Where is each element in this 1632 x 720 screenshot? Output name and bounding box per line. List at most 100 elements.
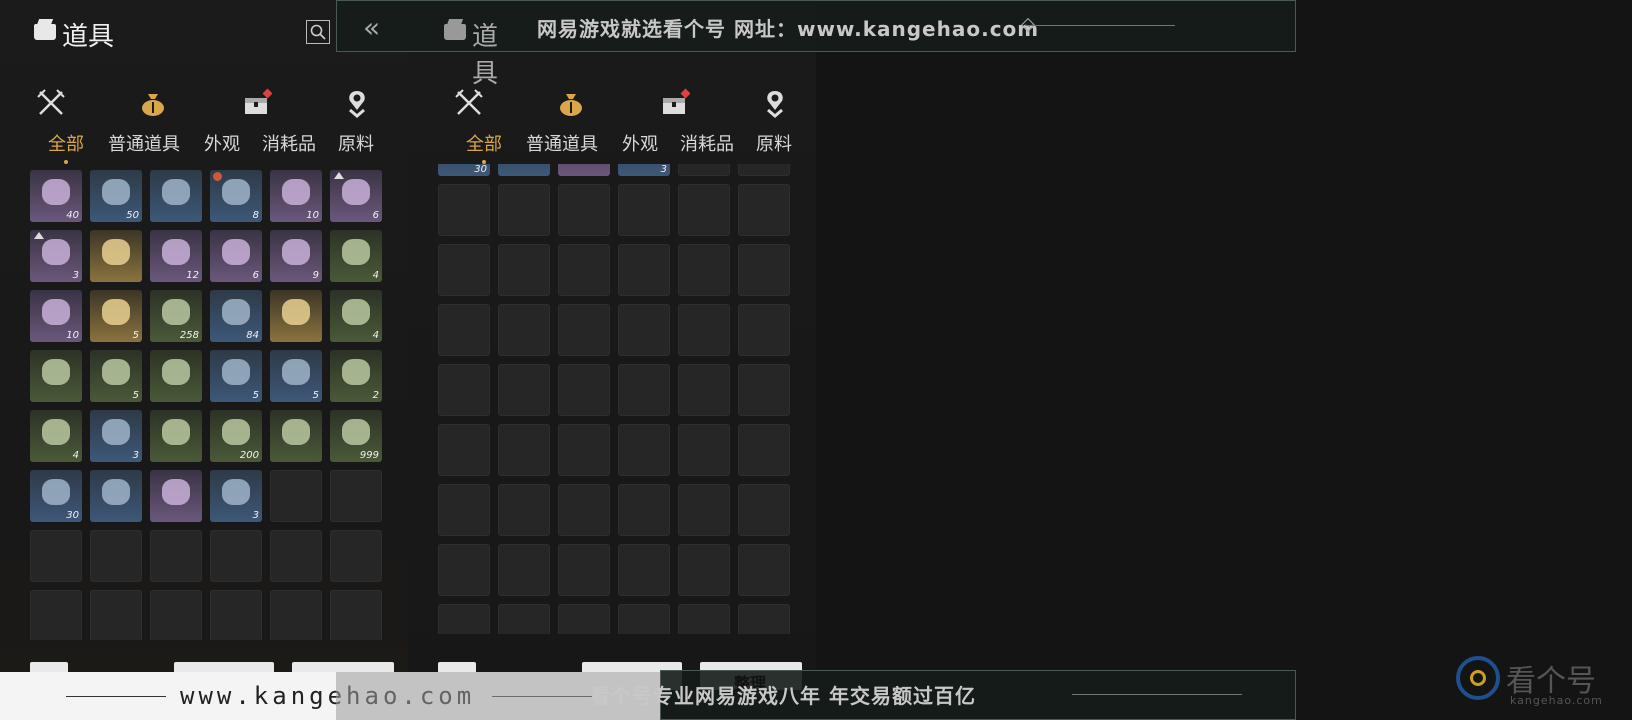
- inventory-slot[interactable]: [498, 424, 550, 476]
- inventory-slot[interactable]: [270, 530, 322, 582]
- inventory-slot[interactable]: [678, 364, 730, 416]
- inventory-slot[interactable]: 4: [30, 410, 82, 462]
- inventory-slot[interactable]: [678, 164, 730, 176]
- inventory-slot[interactable]: [618, 184, 670, 236]
- inventory-slot[interactable]: 10: [30, 290, 82, 342]
- inventory-slot[interactable]: [270, 590, 322, 640]
- inventory-slot[interactable]: 4: [330, 290, 382, 342]
- inventory-slot[interactable]: 5: [90, 290, 142, 342]
- inventory-slot[interactable]: 6: [210, 230, 262, 282]
- inventory-slot[interactable]: 5: [270, 350, 322, 402]
- inventory-slot[interactable]: 8: [210, 170, 262, 222]
- inventory-slot[interactable]: 3: [30, 230, 82, 282]
- inventory-slot[interactable]: [498, 164, 550, 176]
- inventory-slot[interactable]: [30, 350, 82, 402]
- inventory-slot[interactable]: [618, 484, 670, 536]
- inventory-slot[interactable]: [558, 424, 610, 476]
- inventory-slot[interactable]: 200: [210, 410, 262, 462]
- inventory-slot[interactable]: 10: [270, 170, 322, 222]
- inventory-slot[interactable]: 2: [330, 350, 382, 402]
- inventory-slot[interactable]: 999: [330, 410, 382, 462]
- inventory-slot[interactable]: [738, 604, 790, 634]
- inventory-slot[interactable]: 4: [330, 230, 382, 282]
- inventory-slot[interactable]: [558, 164, 610, 176]
- tab-all[interactable]: 全部: [466, 130, 502, 164]
- treasure-chest-icon[interactable]: [242, 88, 273, 118]
- inventory-slot[interactable]: [678, 484, 730, 536]
- inventory-slot[interactable]: [90, 590, 142, 640]
- inventory-slot[interactable]: [678, 244, 730, 296]
- inventory-slot[interactable]: 40: [30, 170, 82, 222]
- inventory-slot[interactable]: [330, 470, 382, 522]
- inventory-slot[interactable]: 3: [618, 164, 670, 176]
- inventory-slot[interactable]: [270, 470, 322, 522]
- inventory-slot[interactable]: [738, 364, 790, 416]
- inventory-slot[interactable]: 3: [210, 470, 262, 522]
- inventory-slot[interactable]: [738, 484, 790, 536]
- inventory-slot[interactable]: [438, 364, 490, 416]
- inventory-slot[interactable]: [210, 530, 262, 582]
- inventory-slot[interactable]: [150, 530, 202, 582]
- inventory-slot[interactable]: 5: [210, 350, 262, 402]
- inventory-slot[interactable]: [438, 484, 490, 536]
- inventory-slot[interactable]: [330, 590, 382, 640]
- inventory-slot[interactable]: 3: [90, 410, 142, 462]
- inventory-slot[interactable]: [150, 350, 202, 402]
- inventory-slot[interactable]: [618, 364, 670, 416]
- inventory-slot[interactable]: [90, 230, 142, 282]
- tab-materials[interactable]: 原料: [756, 130, 792, 156]
- inventory-slot[interactable]: [270, 410, 322, 462]
- inventory-slot[interactable]: [618, 244, 670, 296]
- inventory-slot[interactable]: [498, 604, 550, 634]
- inventory-slot[interactable]: [30, 590, 82, 640]
- tab-all[interactable]: 全部: [48, 130, 84, 164]
- inventory-slot[interactable]: [618, 304, 670, 356]
- inventory-slot[interactable]: [558, 544, 610, 596]
- inventory-slot[interactable]: [210, 590, 262, 640]
- inventory-slot[interactable]: [90, 530, 142, 582]
- inventory-slot[interactable]: [30, 530, 82, 582]
- inventory-slot[interactable]: [90, 470, 142, 522]
- tab-appearance[interactable]: 外观: [622, 130, 658, 156]
- inventory-slot[interactable]: [498, 484, 550, 536]
- money-bag-icon[interactable]: [556, 88, 586, 118]
- inventory-slot[interactable]: 50: [90, 170, 142, 222]
- inventory-slot[interactable]: [498, 304, 550, 356]
- inventory-slot[interactable]: 9: [270, 230, 322, 282]
- search-button[interactable]: [306, 20, 330, 44]
- inventory-slot[interactable]: [438, 424, 490, 476]
- inventory-slot[interactable]: [150, 170, 202, 222]
- inventory-slot[interactable]: [498, 244, 550, 296]
- inventory-slot[interactable]: [618, 424, 670, 476]
- inventory-slot[interactable]: [438, 184, 490, 236]
- inventory-slot[interactable]: [438, 304, 490, 356]
- inventory-slot[interactable]: [558, 604, 610, 634]
- inventory-slot[interactable]: 30: [30, 470, 82, 522]
- inventory-slot[interactable]: [558, 484, 610, 536]
- inventory-slot[interactable]: [498, 544, 550, 596]
- inventory-slot[interactable]: [498, 184, 550, 236]
- inventory-slot[interactable]: [498, 364, 550, 416]
- inventory-slot[interactable]: [678, 544, 730, 596]
- inventory-slot[interactable]: [678, 604, 730, 634]
- inventory-slot[interactable]: 6: [330, 170, 382, 222]
- inventory-slot[interactable]: [438, 244, 490, 296]
- inventory-slot[interactable]: 30: [438, 164, 490, 176]
- inventory-slot[interactable]: [738, 544, 790, 596]
- inventory-slot[interactable]: [558, 304, 610, 356]
- inventory-slot[interactable]: [558, 244, 610, 296]
- inventory-slot[interactable]: [738, 184, 790, 236]
- inventory-slot[interactable]: [678, 424, 730, 476]
- inventory-slot[interactable]: 258: [150, 290, 202, 342]
- inventory-slot[interactable]: 12: [150, 230, 202, 282]
- inventory-slot[interactable]: 84: [210, 290, 262, 342]
- inventory-slot[interactable]: [678, 184, 730, 236]
- inventory-slot[interactable]: [558, 184, 610, 236]
- tab-consumables[interactable]: 消耗品: [262, 130, 316, 156]
- tab-materials[interactable]: 原料: [338, 130, 374, 156]
- inventory-slot[interactable]: [678, 304, 730, 356]
- inventory-slot[interactable]: [738, 164, 790, 176]
- crossed-swords-icon[interactable]: [454, 88, 484, 118]
- location-pin-icon[interactable]: [342, 88, 372, 118]
- inventory-slot[interactable]: [150, 470, 202, 522]
